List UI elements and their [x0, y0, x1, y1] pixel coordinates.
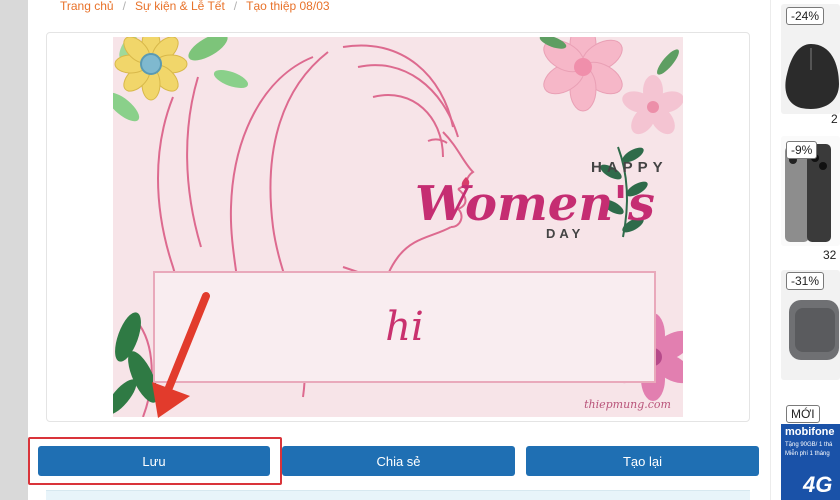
save-button[interactable]: Lưu [38, 446, 270, 476]
price-stub: 32 [823, 248, 837, 262]
share-button[interactable]: Chia sẻ [282, 446, 515, 476]
product-card[interactable]: -9% 32 [781, 136, 840, 262]
red-arrow-annotation-icon [152, 292, 210, 418]
heading-day: DAY [546, 226, 584, 241]
product-card[interactable]: -24% 2 [781, 0, 840, 126]
new-label-area: MỚI [781, 404, 840, 424]
pink-flower-icon [622, 75, 683, 135]
eye-line [427, 138, 448, 144]
remake-button[interactable]: Tạo lại [526, 446, 759, 476]
discount-badge: -9% [786, 141, 818, 159]
card-message-text: hi [385, 304, 424, 350]
page-left-gutter [0, 0, 28, 500]
discount-badge: -31% [786, 272, 825, 290]
price-stub: 2 [831, 112, 838, 126]
ad-brand: mobifone [785, 426, 835, 438]
breadcrumb-separator: / [233, 0, 238, 13]
ad-line-1: Tặng 90GB/ 1 thá [785, 442, 833, 448]
heading-womens: Women's [415, 176, 655, 232]
breadcrumb-home-link[interactable]: Trang chủ [60, 0, 114, 13]
below-content-bar [46, 490, 750, 500]
breadcrumb-separator: / [122, 0, 126, 13]
product-sidebar: -24% 2 -9% 32 -31% MỚI mobifone Tặng 90G… [781, 0, 840, 500]
ad-line-2: Miễn phí 1 tháng [785, 451, 830, 457]
ad-4g: 4G [803, 472, 833, 497]
breadcrumb: Trang chủ / Sự kiện & Lễ Tết / Tạo thiệp… [60, 0, 330, 15]
breadcrumb-create-card-link[interactable]: Tạo thiệp 08/03 [246, 0, 329, 13]
new-badge: MỚI [786, 405, 820, 423]
card-watermark: thiepmung.com [584, 398, 671, 411]
yellow-flower-icon [114, 37, 188, 101]
product-card[interactable]: -31% [781, 270, 840, 395]
heading-happy: HAPPY [591, 159, 668, 176]
breadcrumb-events-link[interactable]: Sự kiện & Lễ Tết [135, 0, 225, 13]
pink-flower-icon [543, 37, 623, 112]
mobifone-ad-banner[interactable]: mobifone Tặng 90GB/ 1 thá Miễn phí 1 thá… [781, 424, 840, 500]
discount-badge: -24% [786, 7, 825, 25]
rail-divider [770, 0, 771, 500]
